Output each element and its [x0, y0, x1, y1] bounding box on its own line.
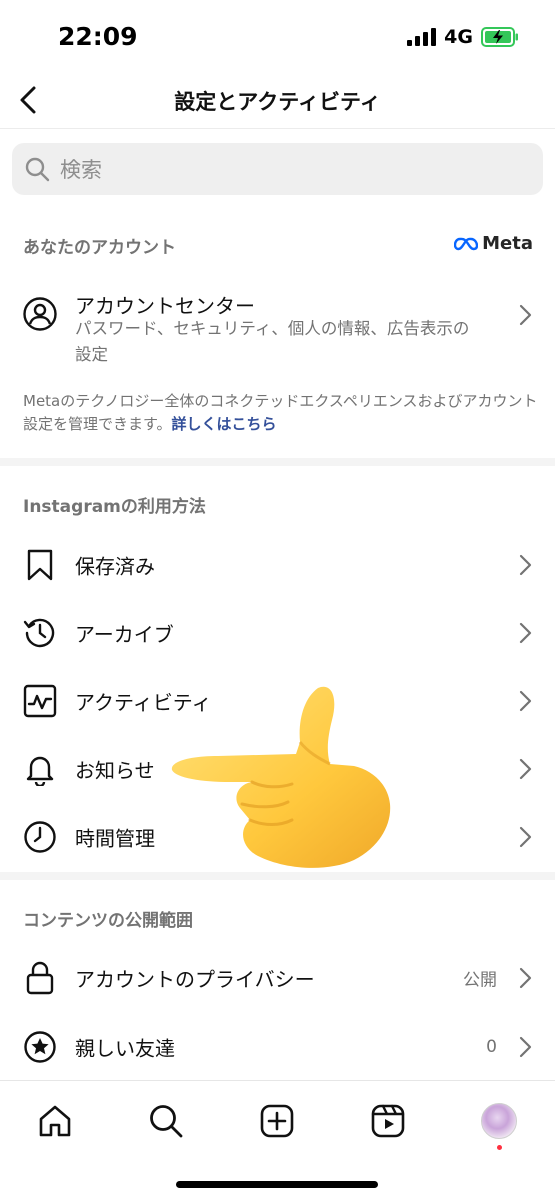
page-title: 設定とアクティビティ: [174, 90, 381, 114]
row-label: アーカイブ: [75, 622, 174, 647]
star-circle-icon: [22, 1029, 58, 1065]
activity-icon: [22, 683, 58, 719]
account-circle-icon: [22, 296, 58, 332]
divider: [0, 128, 555, 129]
tab-home[interactable]: [33, 1099, 77, 1143]
row-label: 保存済み: [75, 554, 155, 579]
reels-icon: [371, 1104, 405, 1138]
tab-search[interactable]: [144, 1099, 188, 1143]
clock-icon: [22, 819, 58, 855]
nav-bar: 設定とアクティビティ: [0, 72, 555, 128]
network-type: 4G: [444, 26, 473, 48]
row-time-management[interactable]: 時間管理: [0, 803, 555, 871]
meta-wordmark: Meta: [482, 233, 533, 254]
row-archive[interactable]: アーカイブ: [0, 599, 555, 667]
meta-infinity-icon: [454, 237, 479, 250]
row-saved[interactable]: 保存済み: [0, 531, 555, 599]
search-input[interactable]: 検索: [12, 143, 543, 195]
section-header-how-you-use: Instagramの利用方法: [23, 497, 206, 517]
close-friends-count: 0: [486, 1037, 497, 1057]
row-label: お知らせ: [75, 758, 155, 783]
row-label: 時間管理: [75, 826, 155, 851]
status-time: 22:09: [58, 22, 138, 51]
row-label: アクティビティ: [75, 690, 212, 715]
search-placeholder: 検索: [60, 158, 102, 182]
home-indicator: [176, 1181, 378, 1188]
signal-icon: [407, 28, 437, 46]
chevron-right-icon: [519, 1036, 532, 1058]
account-center-title: アカウントセンター: [75, 294, 255, 318]
tab-create[interactable]: [255, 1099, 299, 1143]
chevron-right-icon: [519, 690, 532, 712]
search-icon: [25, 157, 50, 182]
profile-avatar: [481, 1103, 517, 1139]
row-label: アカウントのプライバシー: [75, 967, 315, 992]
search-icon: [150, 1105, 183, 1138]
meta-description: Metaのテクノロジー全体のコネクテッドエクスペリエンスおよびアカウント設定を管…: [23, 390, 538, 436]
tab-profile[interactable]: [477, 1099, 521, 1150]
row-notifications[interactable]: お知らせ: [0, 735, 555, 803]
create-icon: [260, 1104, 294, 1138]
bookmark-icon: [22, 547, 58, 583]
chevron-right-icon: [519, 967, 532, 989]
section-separator: [0, 458, 555, 466]
bell-icon: [22, 751, 58, 787]
chevron-right-icon: [519, 554, 532, 576]
meta-description-text: Metaのテクノロジー全体のコネクテッドエクスペリエンスおよびアカウント設定を管…: [23, 392, 538, 433]
row-label: 親しい友達: [75, 1036, 175, 1061]
notification-dot: [497, 1145, 502, 1150]
account-center-subtitle: パスワード、セキュリティ、個人の情報、広告表示の設定: [75, 319, 470, 364]
chevron-right-icon: [519, 826, 532, 848]
home-icon: [39, 1105, 71, 1137]
privacy-value: 公開: [463, 970, 497, 991]
battery-charging-icon: [481, 27, 518, 47]
tab-reels[interactable]: [366, 1099, 410, 1143]
archive-icon: [22, 615, 58, 651]
chevron-right-icon: [519, 758, 532, 780]
section-header-content-visibility: コンテンツの公開範囲: [23, 911, 193, 931]
status-bar: 22:09 4G: [0, 0, 555, 72]
lock-icon: [22, 960, 58, 996]
learn-more-link[interactable]: 詳しくはこちら: [172, 415, 277, 433]
section-header-your-account: あなたのアカウント: [23, 238, 176, 258]
chevron-right-icon: [519, 622, 532, 644]
row-close-friends[interactable]: 親しい友達 0: [0, 1013, 555, 1081]
status-indicators: 4G: [407, 26, 519, 48]
row-account-privacy[interactable]: アカウントのプライバシー 公開: [0, 944, 555, 1012]
meta-logo: Meta: [454, 233, 533, 254]
section-separator: [0, 872, 555, 880]
row-activity[interactable]: アクティビティ: [0, 667, 555, 735]
tab-bar: [0, 1080, 555, 1200]
chevron-right-icon: [519, 304, 532, 326]
